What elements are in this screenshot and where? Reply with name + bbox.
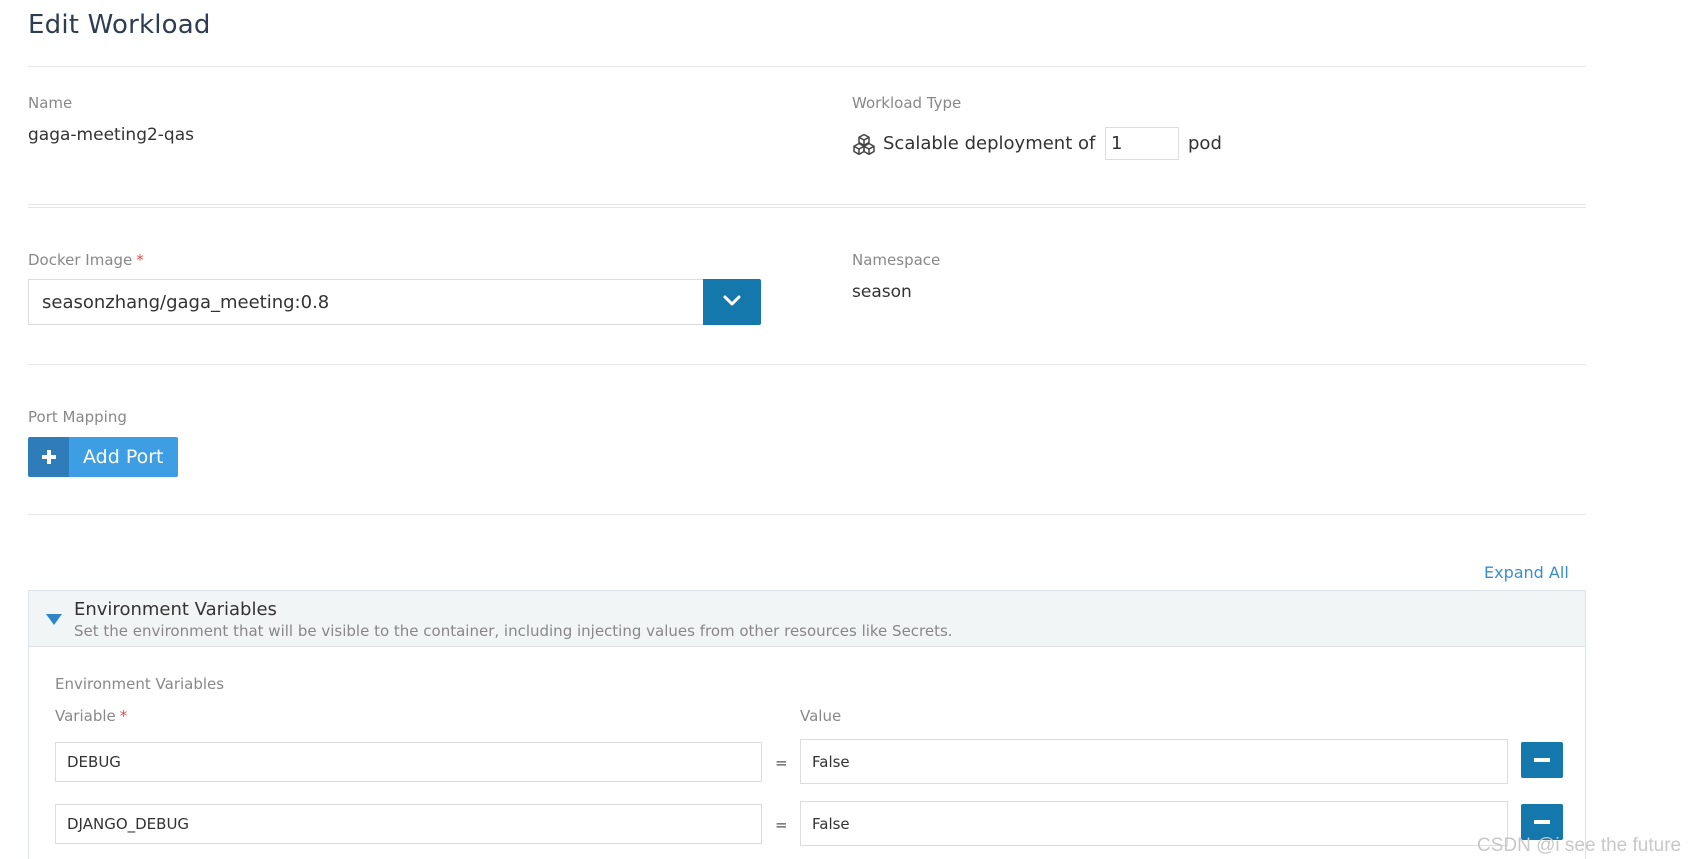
expand-all-link[interactable]: Expand All <box>1484 563 1569 582</box>
variable-label: Variable * <box>55 707 127 725</box>
minus-icon <box>1534 820 1550 824</box>
divider <box>28 364 1586 365</box>
required-mark: * <box>119 707 128 725</box>
workload-type-prefix: Scalable deployment of <box>883 133 1096 154</box>
chevron-down-icon <box>722 294 742 311</box>
namespace-value: season <box>852 282 912 302</box>
env-section-description: Set the environment that will be visible… <box>74 622 953 640</box>
equals-sign: = <box>775 754 788 772</box>
docker-image-label-text: Docker Image <box>28 251 133 269</box>
plus-icon <box>28 437 69 477</box>
divider <box>28 514 1586 515</box>
value-label: Value <box>800 707 842 725</box>
docker-image-dropdown-button[interactable] <box>703 279 761 325</box>
env-value-input[interactable] <box>800 739 1508 784</box>
variable-label-text: Variable <box>55 707 116 725</box>
port-mapping-label: Port Mapping <box>28 408 127 426</box>
remove-env-button[interactable] <box>1521 742 1563 778</box>
name-value: gaga-meeting2-qas <box>28 125 194 145</box>
watermark: CSDN @i see the future <box>1477 835 1682 856</box>
workload-type-suffix: pod <box>1188 133 1222 154</box>
name-label: Name <box>28 94 73 112</box>
env-variable-input[interactable] <box>55 804 762 844</box>
scale-input[interactable] <box>1105 127 1179 160</box>
cubes-icon <box>852 133 876 157</box>
env-section-title: Environment Variables <box>74 599 277 620</box>
add-port-button[interactable]: Add Port <box>28 437 178 477</box>
add-port-label: Add Port <box>69 437 178 477</box>
docker-image-label: Docker Image * <box>28 251 144 269</box>
required-mark: * <box>136 251 144 269</box>
env-value-input[interactable] <box>800 801 1508 846</box>
divider <box>28 204 1586 208</box>
env-variable-input[interactable] <box>55 742 762 782</box>
docker-image-input[interactable] <box>28 279 705 325</box>
minus-icon <box>1534 758 1550 762</box>
equals-sign: = <box>775 816 788 834</box>
page-title: Edit Workload <box>28 10 211 40</box>
env-subheading: Environment Variables <box>55 675 225 693</box>
caret-down-icon[interactable] <box>46 614 62 625</box>
divider <box>28 66 1586 67</box>
workload-type-label: Workload Type <box>852 94 962 112</box>
namespace-label: Namespace <box>852 251 941 269</box>
